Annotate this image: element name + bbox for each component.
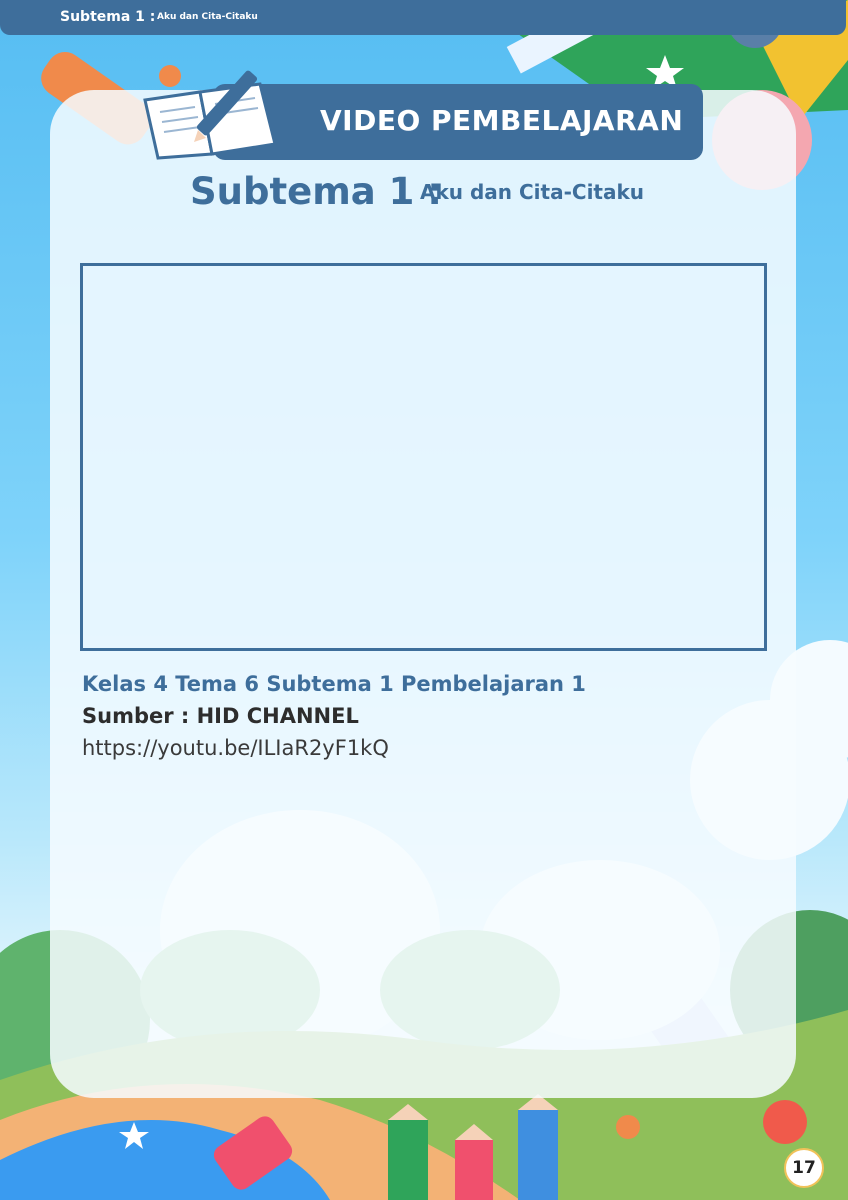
open-book-pencil-icon [143,70,277,160]
video-title: Kelas 4 Tema 6 Subtema 1 Pembelajaran 1 [82,672,586,696]
page-number-badge: 17 [784,1148,824,1188]
header-subtema-label: Subtema 1 : [60,9,156,25]
header-subtema-title: Aku dan Cita-Citaku [157,12,258,22]
video-frame[interactable] [80,263,767,651]
video-link[interactable]: https://youtu.be/ILIaR2yF1kQ [82,736,389,760]
page-subtema-title: Aku dan Cita-Citaku [420,180,645,204]
video-source: Sumber : HID CHANNEL [82,704,359,728]
page-subtema-label: Subtema 1 : [190,170,443,213]
header-bar: Subtema 1 : Aku dan Cita-Citaku [0,0,846,35]
banner-title: VIDEO PEMBELAJARAN [320,104,684,137]
